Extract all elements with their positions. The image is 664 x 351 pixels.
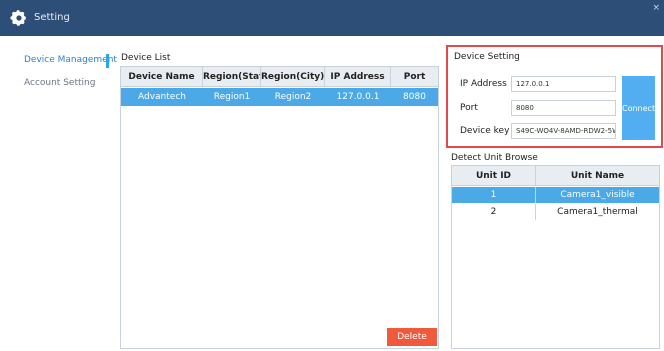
column-header-ip-address[interactable]: IP Address: [325, 67, 391, 87]
gear-icon: [10, 10, 27, 26]
port-label: Port: [460, 103, 478, 113]
ip-address-label: IP Address: [460, 79, 507, 89]
unit-list-header: Unit ID Unit Name: [452, 166, 659, 186]
column-header-unit-id[interactable]: Unit ID: [452, 166, 536, 186]
device-key-input[interactable]: [511, 123, 616, 139]
column-header-unit-name[interactable]: Unit Name: [536, 166, 659, 186]
cell-port: 8080: [403, 92, 426, 102]
cell-unit-id: 1: [452, 187, 536, 203]
column-header-region-state[interactable]: Region(State): [203, 67, 261, 87]
delete-button[interactable]: Delete: [387, 328, 437, 346]
device-setting-panel: Device Setting IP Address Port Device ke…: [446, 45, 663, 148]
settings-nav: Device Management Account Setting: [0, 36, 117, 351]
device-key-label: Device key: [460, 126, 510, 136]
window-title: Setting: [34, 12, 70, 23]
cell-ip-address: 127.0.0.1: [336, 92, 380, 102]
close-icon[interactable]: ×: [652, 3, 660, 13]
settings-content: Device Management Account Setting Device…: [0, 36, 664, 351]
device-list-table: Device Name Region(State) Region(City) I…: [120, 66, 439, 349]
column-header-port[interactable]: Port: [391, 67, 438, 87]
cell-region-city: Region2: [274, 92, 312, 102]
cell-device-name: Advantech: [138, 92, 186, 102]
ip-address-input[interactable]: [511, 76, 616, 92]
unit-list-table: Unit ID Unit Name 1 Camera1_visible 2 Ca…: [451, 165, 660, 349]
cell-region-state: Region1: [213, 92, 251, 102]
nav-active-indicator: [106, 54, 109, 68]
nav-item-device-management[interactable]: Device Management: [24, 55, 117, 65]
nav-item-account-setting[interactable]: Account Setting: [24, 78, 95, 88]
port-input[interactable]: [511, 100, 616, 116]
table-row[interactable]: 2 Camera1_thermal: [452, 204, 659, 220]
cell-unit-id: 2: [452, 204, 536, 220]
cell-unit-name: Camera1_thermal: [557, 207, 638, 217]
device-setting-title: Device Setting: [454, 52, 520, 62]
detect-unit-browse-label: Detect Unit Browse: [451, 153, 538, 163]
connect-button[interactable]: Connect: [622, 76, 655, 140]
table-row[interactable]: Advantech Region1 Region2 127.0.0.1 8080: [121, 88, 438, 106]
device-list-label: Device List: [121, 53, 171, 63]
column-header-region-city[interactable]: Region(City): [261, 67, 325, 87]
title-bar: Setting ×: [0, 0, 664, 36]
table-row[interactable]: 1 Camera1_visible: [452, 187, 659, 203]
device-list-header: Device Name Region(State) Region(City) I…: [121, 67, 438, 87]
cell-unit-name: Camera1_visible: [560, 190, 635, 200]
column-header-device-name[interactable]: Device Name: [121, 67, 203, 87]
